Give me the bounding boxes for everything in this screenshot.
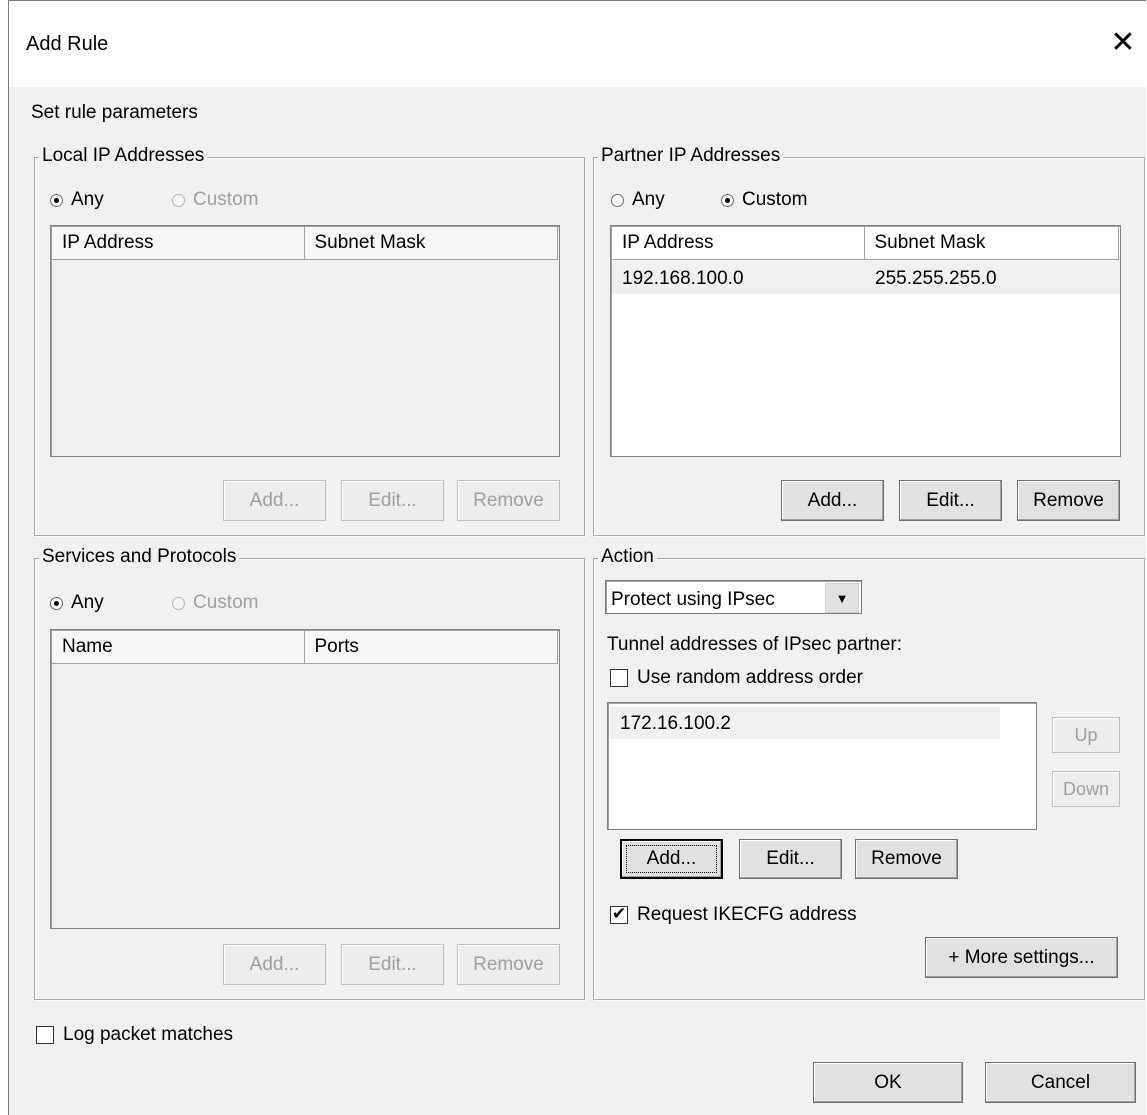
row-mask-cell: 255.255.255.0 [875,268,997,289]
local-list-header: IP Address Subnet Mask [52,227,558,260]
subtitle: Set rule parameters [31,102,198,123]
local-edit-button[interactable]: Edit... [341,480,444,521]
column-ports[interactable]: Ports [304,631,558,663]
tunnel-label: Tunnel addresses of IPsec partner: [607,634,903,655]
log-packets-checkbox[interactable]: Log packet matches [36,1024,233,1046]
table-row[interactable]: 192.168.100.0 255.255.255.0 [612,261,1120,294]
add-rule-dialog: Add Rule ✕ Set rule parameters Local IP … [8,0,1146,1115]
services-list[interactable]: Name Ports [50,629,560,929]
log-packets-label: Log packet matches [63,1024,234,1045]
more-settings-button[interactable]: + More settings... [925,937,1118,978]
column-subnet-mask[interactable]: Subnet Mask [304,227,558,259]
radio-any-indicator[interactable] [50,193,63,207]
services-group: Services and Protocols Any Custom Name P… [34,546,585,1000]
partner-list-header: IP Address Subnet Mask [612,227,1119,260]
tunnel-address-item: 172.16.100.2 [620,713,731,734]
services-list-header: Name Ports [52,631,558,664]
partner-ip-legend: Partner IP Addresses [598,145,784,167]
column-ip-address[interactable]: IP Address [52,227,305,259]
down-button[interactable]: Down [1052,771,1120,807]
radio-custom-indicator [172,596,185,610]
up-button[interactable]: Up [1052,717,1120,753]
ikecfg-label: Request IKECFG address [637,904,857,925]
tunnel-remove-button[interactable]: Remove [855,839,958,879]
partner-edit-button[interactable]: Edit... [899,480,1002,521]
column-subnet-mask[interactable]: Subnet Mask [864,227,1119,259]
radio-any-indicator[interactable] [50,596,63,610]
cancel-button[interactable]: Cancel [985,1062,1136,1103]
chevron-down-icon[interactable]: ▼ [825,583,859,613]
services-remove-button[interactable]: Remove [457,944,560,985]
column-ip-address[interactable]: IP Address [612,227,865,259]
list-item[interactable]: 172.16.100.2 [610,707,1000,739]
local-remove-button[interactable]: Remove [457,480,560,521]
title-bar: Add Rule ✕ [9,1,1146,87]
services-radio-custom-label: Custom [193,592,259,613]
services-edit-button[interactable]: Edit... [341,944,444,985]
random-order-checkbox[interactable]: Use random address order [610,667,863,689]
partner-ip-group: Partner IP Addresses Any Custom IP Addre… [593,145,1145,536]
action-select-value: Protect using IPsec [611,589,775,610]
services-radio-any-label: Any [71,592,104,613]
row-ip-cell: 192.168.100.0 [622,268,744,289]
partner-radio-custom-label: Custom [742,189,808,210]
log-packets-check-indicator[interactable] [36,1026,54,1044]
local-ip-group: Local IP Addresses Any Custom IP Address… [34,145,585,536]
local-radio-any[interactable]: Any [50,189,104,211]
radio-custom-indicator [172,193,185,207]
partner-radio-any[interactable]: Any [611,189,665,211]
random-order-check-indicator[interactable] [610,669,628,687]
partner-radio-custom[interactable]: Custom [721,189,807,211]
action-legend: Action [598,546,657,568]
ikecfg-checkbox[interactable]: Request IKECFG address [610,903,857,926]
ok-button[interactable]: OK [813,1062,963,1103]
action-group: Action Protect using IPsec ▼ Tunnel addr… [593,546,1145,1000]
partner-ip-list[interactable]: IP Address Subnet Mask 192.168.100.0 255… [610,225,1121,457]
random-order-label: Use random address order [637,667,863,688]
ikecfg-check-indicator[interactable] [610,903,628,925]
tunnel-add-button[interactable]: Add... [620,839,723,879]
services-legend: Services and Protocols [39,546,240,568]
radio-custom-indicator[interactable] [721,193,734,207]
services-radio-any[interactable]: Any [50,592,104,614]
action-select[interactable]: Protect using IPsec ▼ [605,580,862,614]
local-radio-any-label: Any [71,189,104,210]
tunnel-address-list[interactable]: 172.16.100.2 [607,702,1037,830]
partner-remove-button[interactable]: Remove [1017,480,1120,521]
local-radio-custom: Custom [172,189,258,211]
tunnel-edit-button[interactable]: Edit... [739,839,842,879]
local-radio-custom-label: Custom [193,189,259,210]
partner-add-button[interactable]: Add... [781,480,884,521]
column-name[interactable]: Name [52,631,305,663]
close-icon[interactable]: ✕ [1100,23,1146,63]
dialog-title: Add Rule [26,33,109,55]
services-radio-custom: Custom [172,592,258,614]
partner-radio-any-label: Any [632,189,665,210]
local-ip-legend: Local IP Addresses [39,145,208,167]
radio-any-indicator[interactable] [611,193,624,207]
local-ip-list[interactable]: IP Address Subnet Mask [50,225,560,457]
local-add-button[interactable]: Add... [223,480,326,521]
services-add-button[interactable]: Add... [223,944,326,985]
